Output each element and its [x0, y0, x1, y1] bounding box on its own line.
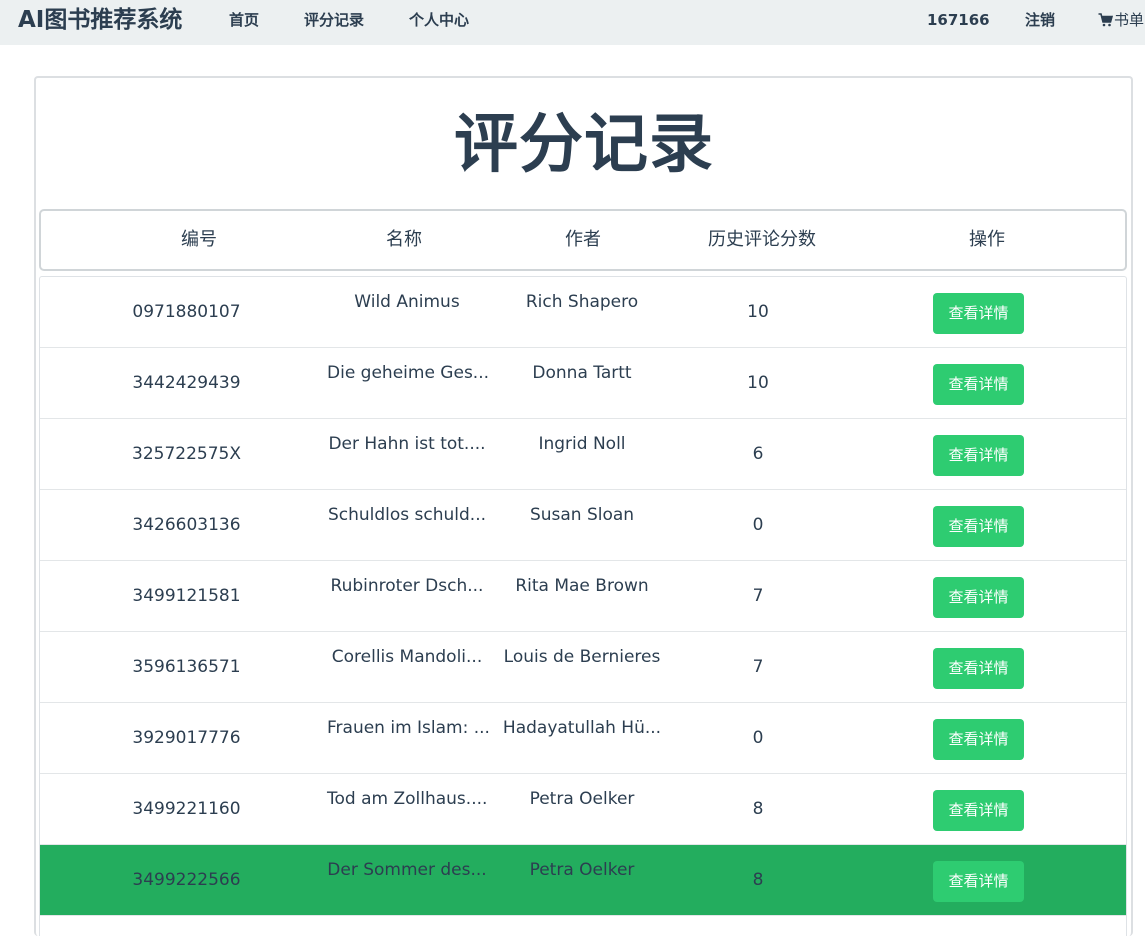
book-score: 8 [752, 799, 764, 819]
book-name: Der Hahn ist tot.... [328, 434, 486, 454]
table-header: 编号 名称 作者 历史评论分数 操作 [39, 209, 1127, 271]
view-details-button[interactable]: 查看详情 [933, 293, 1024, 334]
view-details-button[interactable]: 查看详情 [933, 861, 1024, 902]
logout-link[interactable]: 注销 [1025, 10, 1055, 30]
view-details-button[interactable]: 查看详情 [933, 435, 1024, 476]
book-id: 3426603136 [132, 515, 241, 535]
book-author: Donna Tartt [532, 363, 632, 383]
nav-profile[interactable]: 个人中心 [409, 10, 469, 30]
view-details-button[interactable]: 查看详情 [933, 577, 1024, 618]
booklist-link[interactable]: 书单 [1098, 10, 1144, 32]
table-row[interactable]: 0971880107 Wild Animus Rich Shapero 10 查看详情 [40, 277, 1126, 348]
book-author: Petra Oelker [529, 860, 635, 880]
book-id: 3929017776 [132, 728, 241, 748]
booklist-label: 书单 [1114, 11, 1145, 29]
book-author: Susan Sloan [529, 505, 635, 525]
book-name: Die geheime Ges... [327, 363, 490, 383]
book-name: Wild Animus [354, 292, 460, 312]
page-title: 评分记录 [454, 108, 714, 182]
table-row[interactable]: 3596136571 Corellis Mandoli... Louis de Be… [40, 632, 1126, 703]
cart-icon [1098, 12, 1114, 32]
column-header-name: 名称 [386, 229, 422, 250]
book-id: 0971880107 [132, 302, 241, 322]
book-id: 3499222566 [132, 870, 241, 890]
book-score: 0 [752, 515, 764, 535]
book-author: Rita Mae Brown [515, 576, 649, 596]
book-author: Petra Oelker [529, 789, 635, 809]
nav-rating-records[interactable]: 评分记录 [304, 10, 364, 30]
table-row[interactable]: 3499222566 Der Sommer des... Petra Oelker 8… [40, 845, 1126, 916]
book-name: Tod am Zollhaus.... [327, 789, 488, 809]
view-details-button[interactable]: 查看详情 [933, 790, 1024, 831]
view-details-button[interactable]: 查看详情 [933, 719, 1024, 760]
book-score: 0 [752, 728, 764, 748]
book-id: 3499121581 [132, 586, 241, 606]
table-row[interactable]: 325722575X Der Hahn ist tot.... Ingrid Nol… [40, 419, 1126, 490]
book-id: 3596136571 [132, 657, 241, 677]
view-details-button[interactable]: 查看详情 [933, 364, 1024, 405]
table-row[interactable]: 3499221160 Tod am Zollhaus.... Petra Oelke… [40, 774, 1126, 845]
book-score: 6 [752, 444, 764, 464]
column-header-author: 作者 [565, 229, 601, 250]
book-author: Louis de Bernieres [503, 647, 661, 667]
book-author: Ingrid Noll [538, 434, 626, 454]
book-score: 7 [752, 657, 764, 677]
book-score: 10 [747, 373, 769, 393]
book-score: 7 [752, 586, 764, 606]
user-id[interactable]: 167166 [927, 10, 990, 30]
table-row[interactable]: 3499121581 Rubinroter Dsch... Rita Mae Bro… [40, 561, 1126, 632]
view-details-button[interactable]: 查看详情 [933, 648, 1024, 689]
table-row[interactable]: 3929017776 Frauen im Islam: ... Hadayatull… [40, 703, 1126, 774]
book-id: 3499221160 [132, 799, 241, 819]
book-id: 325722575X [132, 444, 241, 464]
navbar: AI图书推荐系统 首页 评分记录 个人中心 167166 注销 书单 [0, 0, 1145, 45]
book-name: Corellis Mandoli... [331, 647, 483, 667]
nav-home[interactable]: 首页 [229, 10, 259, 30]
book-id: 3442429439 [132, 373, 241, 393]
column-header-score: 历史评论分数 [708, 229, 816, 250]
view-details-button[interactable]: 查看详情 [933, 506, 1024, 547]
column-header-action: 操作 [969, 229, 1005, 250]
table-row[interactable]: 3426603136 Schuldlos schuld... Susan Sloan… [40, 490, 1126, 561]
brand-logo[interactable]: AI图书推荐系统 [18, 5, 182, 35]
book-score: 10 [747, 302, 769, 322]
book-name: Der Sommer des... [327, 860, 487, 880]
column-header-id: 编号 [181, 229, 217, 250]
book-author: Rich Shapero [525, 292, 639, 312]
book-name: Frauen im Islam: ... [327, 718, 490, 738]
book-score: 8 [752, 870, 764, 890]
table-row[interactable]: 3442429439 Die geheime Ges... Donna Tartt 1… [40, 348, 1126, 419]
book-author: Hadayatullah Hü... [502, 718, 662, 738]
book-name: Rubinroter Dsch... [330, 576, 484, 596]
book-name: Schuldlos schuld... [327, 505, 487, 525]
